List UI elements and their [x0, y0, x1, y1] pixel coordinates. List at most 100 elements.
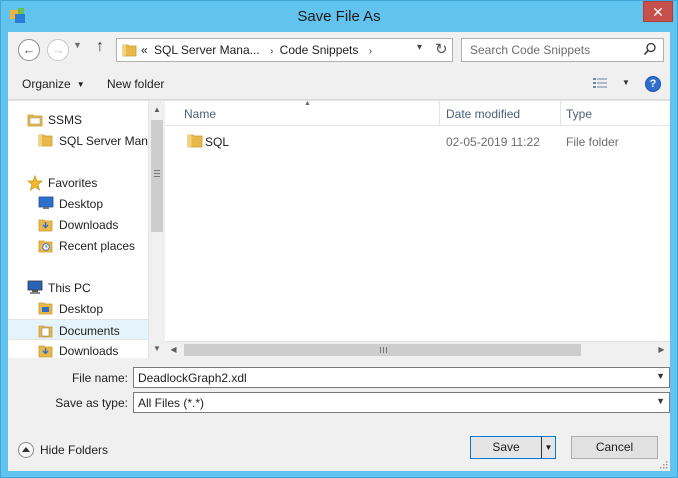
nav-item-label: SSMS — [48, 113, 83, 127]
desktop-icon — [38, 196, 54, 209]
close-button[interactable]: ✕ — [643, 1, 673, 22]
cancel-button[interactable]: Cancel — [571, 436, 658, 459]
nav-item-label: Recent places — [59, 239, 136, 253]
nav-item-ssms[interactable]: SSMS — [8, 109, 148, 130]
ssms-icon — [27, 114, 43, 127]
refresh-icon: ↻ — [435, 41, 448, 58]
file-row[interactable]: SQL 02-05-2019 11:22 File folder — [165, 131, 670, 152]
chevron-down-icon[interactable]: ▼ — [656, 371, 665, 381]
resize-grip-icon[interactable] — [658, 459, 668, 469]
nav-item-label: Documents — [59, 324, 120, 338]
save-as-type-value: All Files (*.*) — [138, 396, 205, 410]
breadcrumb-overflow[interactable]: « — [141, 43, 148, 57]
nav-item-documents[interactable]: Documents — [8, 319, 148, 340]
view-options-icon[interactable] — [593, 77, 607, 91]
title-bar[interactable]: Save File As ✕ — [1, 1, 677, 33]
save-options-dropdown[interactable]: ▼ — [541, 437, 555, 458]
save-as-type-select[interactable]: All Files (*.*) ▼ — [133, 392, 670, 413]
back-arrow-icon: ← — [22, 42, 36, 57]
documents-icon — [38, 325, 53, 338]
nav-item-downloads[interactable]: Downloads — [8, 214, 148, 235]
folder-icon — [38, 134, 53, 147]
organize-label: Organize — [22, 77, 71, 91]
address-dropdown-icon[interactable]: ▾ — [417, 42, 422, 53]
save-button[interactable]: Save ▼ — [470, 436, 556, 459]
column-header-label: Type — [566, 107, 593, 121]
refresh-button[interactable]: ↻ — [435, 40, 448, 58]
column-header-date[interactable]: Date modified — [440, 101, 561, 126]
view-dropdown-icon[interactable]: ▼ — [622, 78, 630, 87]
file-date: 02-05-2019 11:22 — [446, 135, 540, 149]
chevron-down-icon[interactable]: ▼ — [656, 396, 665, 406]
scroll-down-icon[interactable]: ▼ — [149, 340, 165, 357]
nav-item-label: SQL Server Mana — [59, 134, 148, 148]
hide-folders-label: Hide Folders — [40, 443, 109, 457]
column-header-name[interactable]: ▲ Name — [165, 100, 440, 126]
breadcrumb: « SQL Server Mana... › Code Snippets › — [141, 43, 375, 57]
back-button[interactable]: ← — [18, 39, 40, 61]
up-button[interactable]: ↑ — [96, 38, 104, 56]
chevron-right-icon[interactable]: › — [369, 46, 372, 57]
chevron-right-icon[interactable]: › — [270, 46, 273, 57]
folder-icon — [38, 302, 53, 315]
browser-panes: SSMS SQL Server Mana Favorites Desktop D… — [8, 100, 670, 358]
nav-item-favorites[interactable]: Favorites — [8, 172, 148, 193]
nav-item-label: Favorites — [48, 176, 98, 190]
column-header-label: Date modified — [446, 107, 521, 121]
computer-icon — [27, 280, 43, 294]
scroll-right-icon[interactable]: ▶ — [653, 342, 670, 358]
file-type: File folder — [566, 135, 619, 149]
star-icon — [27, 175, 43, 191]
nav-item-pc-downloads[interactable]: Downloads — [8, 340, 148, 358]
search-input[interactable] — [462, 39, 642, 61]
command-bar: Organize ▼ New folder ▼ ? — [8, 68, 670, 100]
chevron-up-icon — [18, 442, 34, 458]
organize-menu[interactable]: Organize ▼ — [22, 77, 85, 91]
breadcrumb-segment[interactable]: Code Snippets — [280, 43, 359, 57]
help-icon[interactable]: ? — [645, 76, 661, 92]
navigation-pane-scrollbar[interactable]: ▲ ▼ — [148, 101, 165, 358]
window-title: Save File As — [297, 8, 381, 25]
folder-icon — [122, 44, 137, 57]
nav-item-pc-desktop[interactable]: Desktop — [8, 298, 148, 319]
scrollbar-thumb[interactable] — [184, 344, 581, 356]
column-header-type[interactable]: Type — [561, 101, 670, 126]
up-arrow-icon: ↑ — [96, 38, 104, 55]
file-list[interactable]: ▲ Name Date modified Type SQL 02-05-2019… — [165, 100, 670, 358]
scrollbar-thumb[interactable] — [151, 120, 163, 232]
downloads-icon — [38, 345, 53, 358]
scroll-up-icon[interactable]: ▲ — [149, 101, 165, 118]
save-as-type-label: Save as type: — [55, 396, 128, 410]
new-folder-button[interactable]: New folder — [107, 77, 164, 91]
forward-arrow-icon: → — [51, 42, 65, 57]
save-file-dialog: Save File As ✕ ← → ▼ ↑ « SQL Server Mana… — [0, 0, 678, 478]
breadcrumb-segment[interactable]: SQL Server Mana... — [154, 43, 260, 57]
nav-item-recent-places[interactable]: Recent places — [8, 235, 148, 256]
file-name: SQL — [205, 135, 230, 149]
forward-button[interactable]: → — [47, 39, 69, 61]
recent-places-icon — [38, 240, 53, 253]
scroll-left-icon[interactable]: ◀ — [165, 342, 182, 358]
filename-field[interactable]: DeadlockGraph2.xdl ▼ — [133, 367, 670, 388]
downloads-icon — [38, 219, 53, 232]
column-header-label: Name — [184, 107, 217, 121]
sort-ascending-icon: ▲ — [304, 100, 311, 107]
search-icon[interactable] — [643, 42, 657, 56]
nav-item-label: Downloads — [59, 344, 119, 358]
nav-item-desktop[interactable]: Desktop — [8, 193, 148, 214]
nav-item-this-pc[interactable]: This PC — [8, 277, 148, 298]
nav-item-label: Downloads — [59, 218, 119, 232]
grip-icon — [154, 170, 160, 177]
nav-item-sql-server-management[interactable]: SQL Server Mana — [8, 130, 148, 151]
recent-locations-dropdown[interactable]: ▼ — [73, 40, 82, 50]
save-label: Save — [492, 440, 520, 454]
filename-value[interactable]: DeadlockGraph2.xdl — [138, 371, 247, 385]
address-bar[interactable]: « SQL Server Mana... › Code Snippets › ▾… — [116, 38, 453, 62]
file-list-horizontal-scrollbar[interactable]: ◀ ▶ — [165, 341, 670, 358]
nav-item-label: This PC — [48, 281, 91, 295]
search-box — [461, 38, 664, 62]
nav-item-label: Desktop — [59, 302, 104, 316]
grip-icon — [380, 347, 387, 353]
navigation-pane[interactable]: SSMS SQL Server Mana Favorites Desktop D… — [8, 101, 148, 358]
column-headers: ▲ Name Date modified Type — [165, 100, 670, 126]
